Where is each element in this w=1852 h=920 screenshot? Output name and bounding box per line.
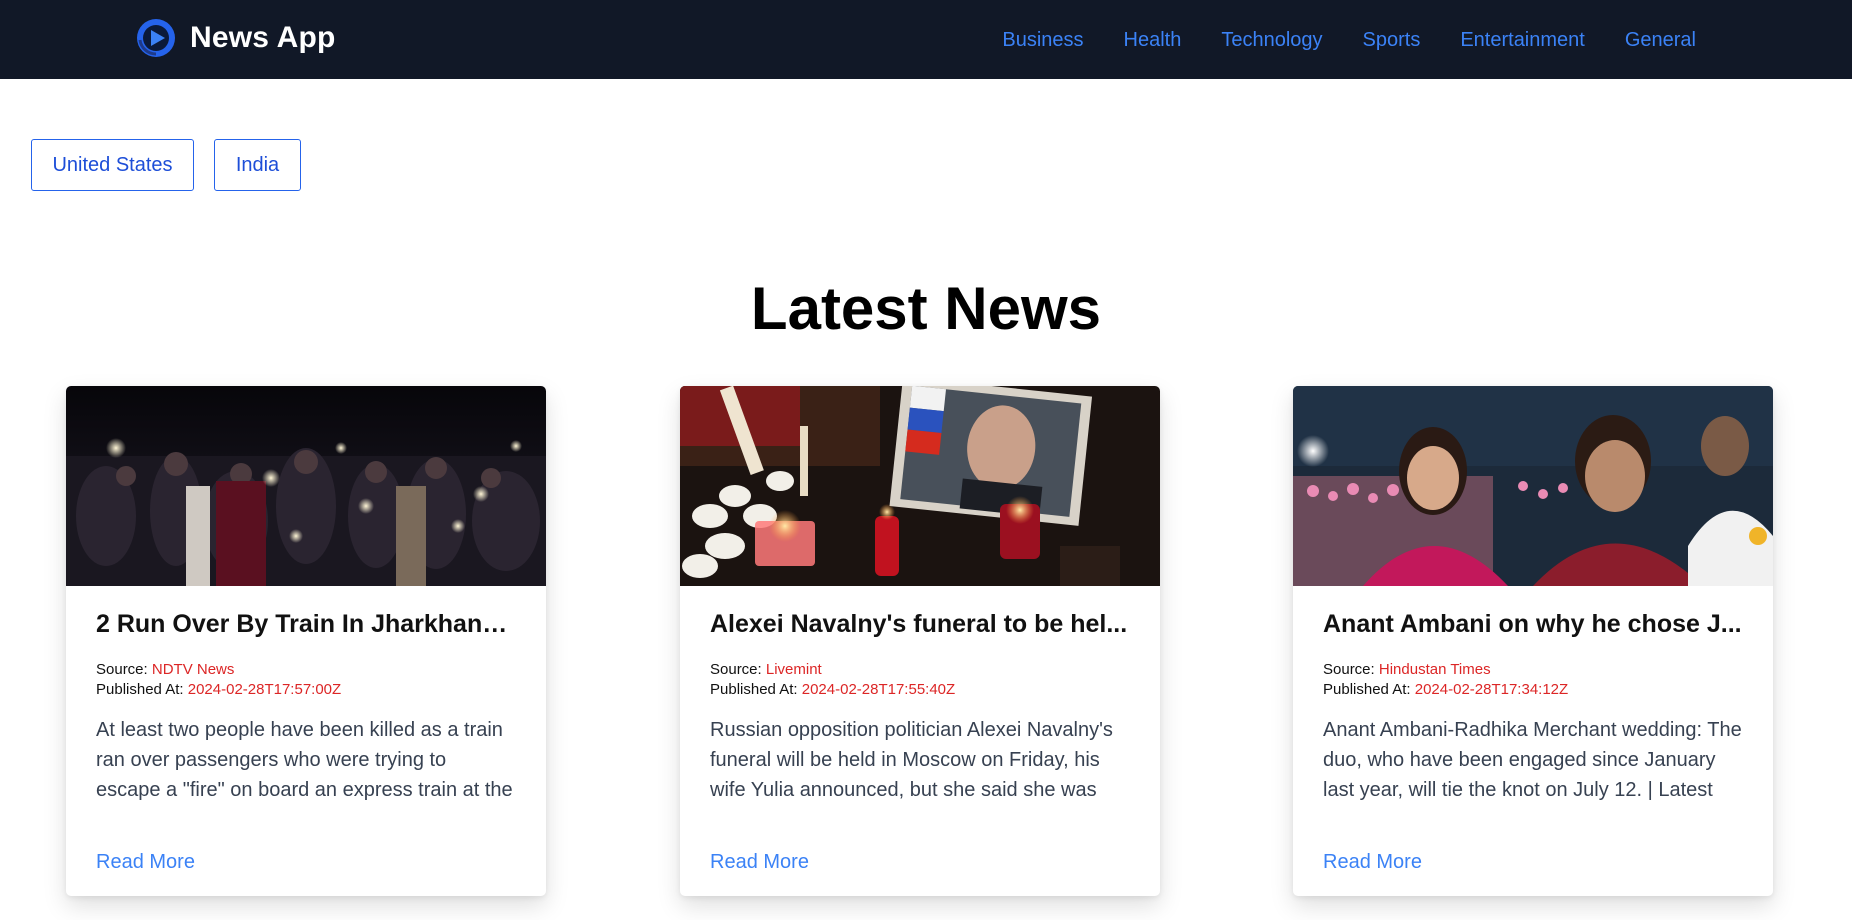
category-nav: Business Health Technology Sports Entert… [1002, 25, 1696, 55]
published-label: Published At: [96, 681, 184, 698]
news-card: Alexei Navalny's funeral to be hel... So… [680, 386, 1160, 896]
read-more-link[interactable]: Read More [96, 851, 195, 874]
article-description: At least two people have been killed as … [96, 719, 513, 811]
article-published: Published At: 2024-02-28T17:34:12Z [1323, 680, 1743, 700]
country-button-united-states[interactable]: United States [31, 139, 194, 191]
nav-link-general[interactable]: General [1625, 25, 1696, 55]
source-name: Livemint [765, 661, 822, 678]
article-image [66, 386, 546, 586]
source-name: NDTV News [151, 661, 235, 678]
published-label: Published At: [710, 681, 798, 698]
read-more-link[interactable]: Read More [1323, 851, 1422, 874]
article-title: 2 Run Over By Train In Jharkhand... [96, 610, 516, 638]
article-image [680, 386, 1160, 586]
country-button-india[interactable]: India [214, 139, 301, 191]
nav-link-entertainment[interactable]: Entertainment [1460, 25, 1585, 55]
nav-link-health[interactable]: Health [1124, 25, 1182, 55]
published-label: Published At: [1323, 681, 1411, 698]
published-date: 2024-02-28T17:55:40Z [801, 681, 956, 698]
article-source: Source: Hindustan Times [1323, 660, 1743, 680]
brand-link[interactable]: News App [136, 18, 336, 58]
source-label: Source: [1323, 661, 1375, 678]
brand-title: News App [190, 21, 336, 54]
nav-link-sports[interactable]: Sports [1363, 25, 1421, 55]
article-description: Russian opposition politician Alexei Nav… [710, 719, 1113, 811]
page-title: Latest News [750, 275, 1102, 342]
news-card: 2 Run Over By Train In Jharkhand... Sour… [66, 386, 546, 896]
memorial-candles-photo [680, 386, 1160, 586]
article-published: Published At: 2024-02-28T17:55:40Z [710, 680, 1130, 700]
article-published: Published At: 2024-02-28T17:57:00Z [96, 680, 516, 700]
navbar: News App Business Health Technology Spor… [0, 0, 1852, 79]
nav-link-technology[interactable]: Technology [1221, 25, 1322, 55]
wedding-couple-photo [1293, 386, 1773, 586]
source-label: Source: [710, 661, 762, 678]
article-description: Anant Ambani-Radhika Merchant wedding: T… [1323, 719, 1742, 811]
published-date: 2024-02-28T17:34:12Z [1414, 681, 1569, 698]
app-logo-icon [137, 19, 175, 57]
article-image [1293, 386, 1773, 586]
news-card: Anant Ambani on why he chose J... Source… [1293, 386, 1773, 896]
article-title: Alexei Navalny's funeral to be hel... [710, 610, 1128, 638]
source-name: Hindustan Times [1378, 661, 1491, 678]
read-more-link[interactable]: Read More [710, 851, 809, 874]
source-label: Source: [96, 661, 148, 678]
article-source: Source: NDTV News [96, 660, 516, 680]
nav-link-business[interactable]: Business [1002, 25, 1083, 55]
article-title: Anant Ambani on why he chose J... [1323, 610, 1742, 638]
published-date: 2024-02-28T17:57:00Z [187, 681, 342, 698]
article-source: Source: Livemint [710, 660, 1130, 680]
night-crowd-photo [66, 386, 546, 586]
